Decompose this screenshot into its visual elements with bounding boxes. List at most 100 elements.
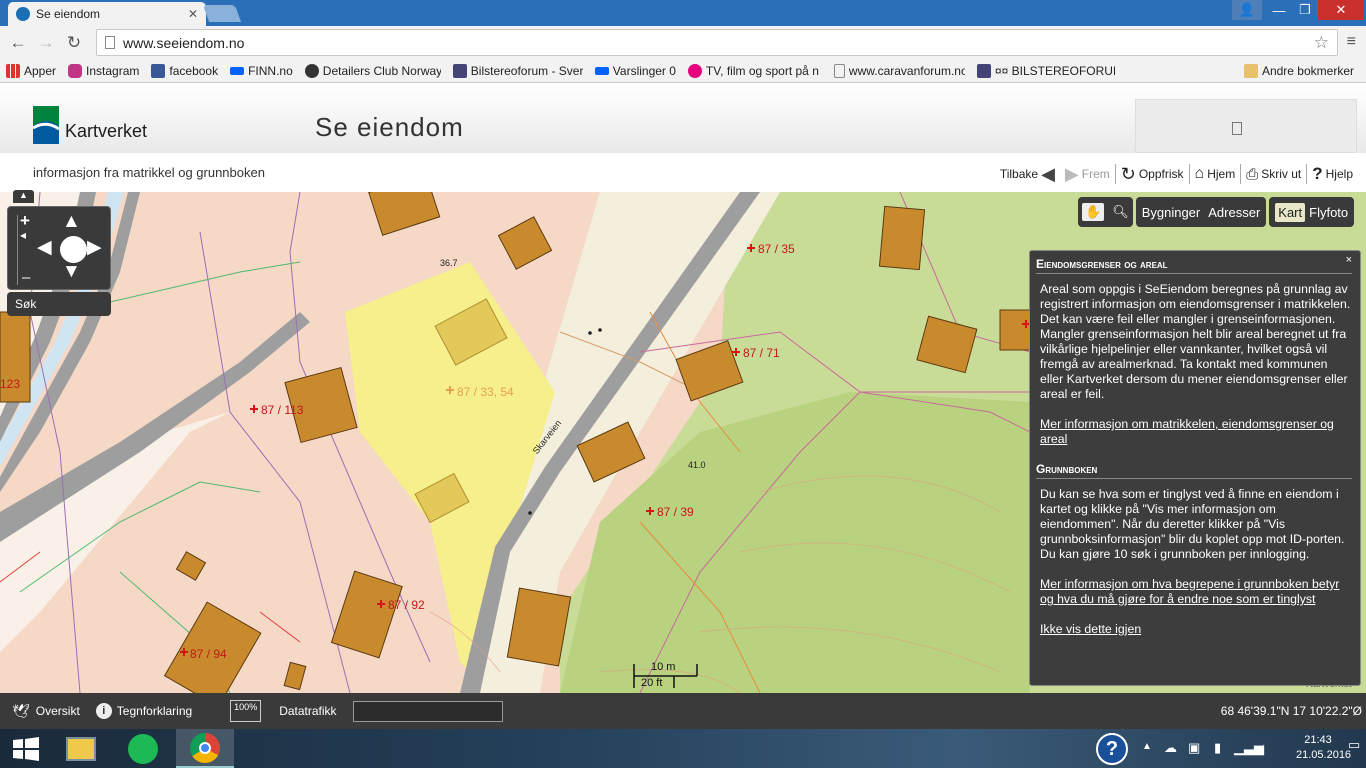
kartverket-logo-icon[interactable] xyxy=(33,106,59,144)
bookmark-tv-film[interactable]: TV, film og sport på n xyxy=(687,63,822,78)
zoom-level[interactable]: 100% xyxy=(230,700,262,722)
clock-time: 21:43 xyxy=(1304,734,1332,746)
spotify-icon[interactable] xyxy=(117,729,169,768)
height-label: 36.7 xyxy=(440,258,458,268)
section-title: Eiendomsgrenser og areal xyxy=(1036,257,1352,274)
back-button[interactable]: Tilbake ◀ xyxy=(995,164,1060,184)
help-button[interactable]: ? Hjelp xyxy=(1306,164,1358,184)
pan-down-icon[interactable]: ▼ xyxy=(62,261,81,283)
refresh-button[interactable]: ↻ Oppfrisk xyxy=(1114,164,1189,184)
bookmark-apps[interactable]: Apper xyxy=(6,63,56,78)
parcel-label[interactable]: 87 / 92 xyxy=(388,598,425,612)
document-icon[interactable] xyxy=(1232,122,1242,135)
tv-icon xyxy=(687,63,702,78)
bookmark-label: Instagram xyxy=(86,63,140,78)
site-toolbar: Tilbake ◀ ▶ Frem ↻ Oppfrisk ⌂ Hjem ⎙ Skriv ut… xyxy=(995,164,1358,184)
help-question-icon[interactable]: ? xyxy=(1096,733,1128,765)
legend-button[interactable]: Tegnforklaring xyxy=(117,704,192,718)
logo-text[interactable]: Kartverket xyxy=(65,121,147,142)
battery-icon[interactable]: ▮ xyxy=(1214,740,1221,756)
menu-icon[interactable]: ≡ xyxy=(1347,33,1356,51)
close-window-button[interactable]: ✕ xyxy=(1318,0,1364,20)
onedrive-icon[interactable]: ☁ xyxy=(1164,740,1177,756)
back-arrow-icon[interactable]: ← xyxy=(4,33,32,53)
tab-title: Se eiendom xyxy=(36,7,101,21)
printer-icon: ⎙ xyxy=(1246,165,1259,183)
bookmark-bilstereoforum[interactable]: ¤¤ BILSTEREOFORUM xyxy=(976,63,1115,78)
zoom-out-icon[interactable]: – xyxy=(22,269,30,286)
parcel-label[interactable]: 123 xyxy=(0,377,20,391)
map-layer-button[interactable]: Kart xyxy=(1275,202,1306,222)
buildings-toggle[interactable]: Bygninger xyxy=(1142,205,1201,220)
bilstereo-icon xyxy=(976,63,991,78)
forward-button[interactable]: ▶ Frem xyxy=(1060,164,1115,184)
layer-toolbar: ✋ 🔍︎ Bygninger Adresser Kart Flyfoto xyxy=(1078,197,1355,227)
collapse-nav-button[interactable]: ▲ xyxy=(13,190,34,203)
magnifier-icon[interactable]: 🔍︎ xyxy=(1112,204,1129,220)
photo-layer-button[interactable]: Flyfoto xyxy=(1309,205,1348,220)
new-tab-button[interactable] xyxy=(202,5,242,22)
bookmark-instagram[interactable]: Instagram xyxy=(68,63,140,78)
bookmark-other[interactable]: Andre bokmerker xyxy=(1243,63,1354,78)
matrikkel-info-link[interactable]: Mer informasjon om matrikkelen, eiendoms… xyxy=(1040,417,1352,447)
instagram-icon xyxy=(68,63,83,78)
overview-bird-icon[interactable]: 🕊︎ xyxy=(12,703,30,720)
clock[interactable]: 21:43 21.05.2016 xyxy=(1296,734,1351,761)
bookmark-detailers[interactable]: Detailers Club Norway xyxy=(304,63,441,78)
tab-close-icon[interactable]: ✕ xyxy=(188,7,198,21)
bookmark-caravanforum[interactable]: www.caravanforum.no xyxy=(833,63,965,78)
bookmark-varslinger[interactable]: Varslinger 0 xyxy=(594,64,676,78)
windows-start-icon[interactable] xyxy=(0,729,52,768)
datatraffic-bar xyxy=(352,700,503,722)
grunnbok-info-link[interactable]: Mer informasjon om hva begrepene i grunn… xyxy=(1040,577,1352,607)
tray-chevron-icon[interactable]: ▲ xyxy=(1142,741,1152,752)
parcel-label[interactable]: 87 / 39 xyxy=(657,505,694,519)
user-icon[interactable]: 👤 xyxy=(1232,0,1262,20)
coordinate-readout: 68 46'39.1"N 17 10'22.2"Ø xyxy=(1220,704,1362,718)
close-icon[interactable]: × xyxy=(1346,253,1352,268)
info-icon[interactable]: i xyxy=(95,703,112,719)
url-input[interactable]: www.seeiendom.no ☆ xyxy=(96,29,1338,56)
home-button[interactable]: ⌂ Hjem xyxy=(1188,164,1241,184)
document-box[interactable] xyxy=(1135,99,1357,153)
pan-hand-icon[interactable]: ✋ xyxy=(1082,203,1105,221)
zoom-thumb-icon[interactable]: ◂ xyxy=(20,228,26,242)
pan-up-icon[interactable]: ▲ xyxy=(62,211,81,233)
bookmark-facebook[interactable]: facebook xyxy=(151,63,219,78)
bookmark-finn[interactable]: FINN.no xyxy=(230,64,293,78)
pan-right-icon[interactable]: ▶ xyxy=(87,236,102,259)
network-icon[interactable]: ▣ xyxy=(1188,740,1200,756)
forward-arrow-icon[interactable]: → xyxy=(32,33,60,53)
parcel-label[interactable]: 87 / 35 xyxy=(758,242,795,256)
reload-icon[interactable]: ↻ xyxy=(60,33,88,53)
overview-button[interactable]: Oversikt xyxy=(36,704,80,718)
parcel-label[interactable]: 87 / 33, 54 xyxy=(457,385,514,399)
file-explorer-icon[interactable] xyxy=(55,729,107,768)
section-text: Areal som oppgis i SeEiendom beregnes på… xyxy=(1040,282,1351,401)
search-button[interactable]: Søk xyxy=(7,292,111,316)
pan-center-icon[interactable] xyxy=(60,236,87,263)
page-icon xyxy=(105,36,115,49)
datatraffic-label: Datatrafikk xyxy=(279,704,337,718)
bookmark-bilstereo-sveri[interactable]: Bilstereoforum - Sveri xyxy=(452,63,583,78)
parcel-label[interactable]: 87 / 113 xyxy=(261,403,303,417)
bookmark-star-icon[interactable]: ☆ xyxy=(1314,33,1329,53)
parcel-label[interactable]: 87 / 94 xyxy=(190,647,227,661)
back-arrow-icon: ◀ xyxy=(1041,163,1055,184)
addresses-toggle[interactable]: Adresser xyxy=(1208,205,1260,220)
home-label: Hjem xyxy=(1207,167,1236,181)
help-label: Hjelp xyxy=(1325,167,1353,181)
page-icon xyxy=(833,63,845,78)
restore-button[interactable]: ❐ xyxy=(1290,0,1320,20)
pan-left-icon[interactable]: ◀ xyxy=(37,236,52,259)
print-button[interactable]: ⎙ Skriv ut xyxy=(1240,164,1306,184)
dismiss-link[interactable]: Ikke vis dette igjen xyxy=(1040,622,1352,637)
notifications-icon[interactable]: ▭ xyxy=(1348,737,1360,753)
volume-icon[interactable]: 🔈︎ xyxy=(1260,740,1268,756)
browser-tab[interactable]: Se eiendom ✕ xyxy=(8,2,206,26)
bookmark-label: facebook xyxy=(169,63,219,78)
parcel-label[interactable]: 87 / 71 xyxy=(743,346,780,360)
chrome-icon[interactable] xyxy=(176,729,234,768)
url-text: www.seeiendom.no xyxy=(123,34,245,51)
browser-tab-strip: Se eiendom ✕ 👤 — ❐ ✕ xyxy=(0,0,1366,26)
